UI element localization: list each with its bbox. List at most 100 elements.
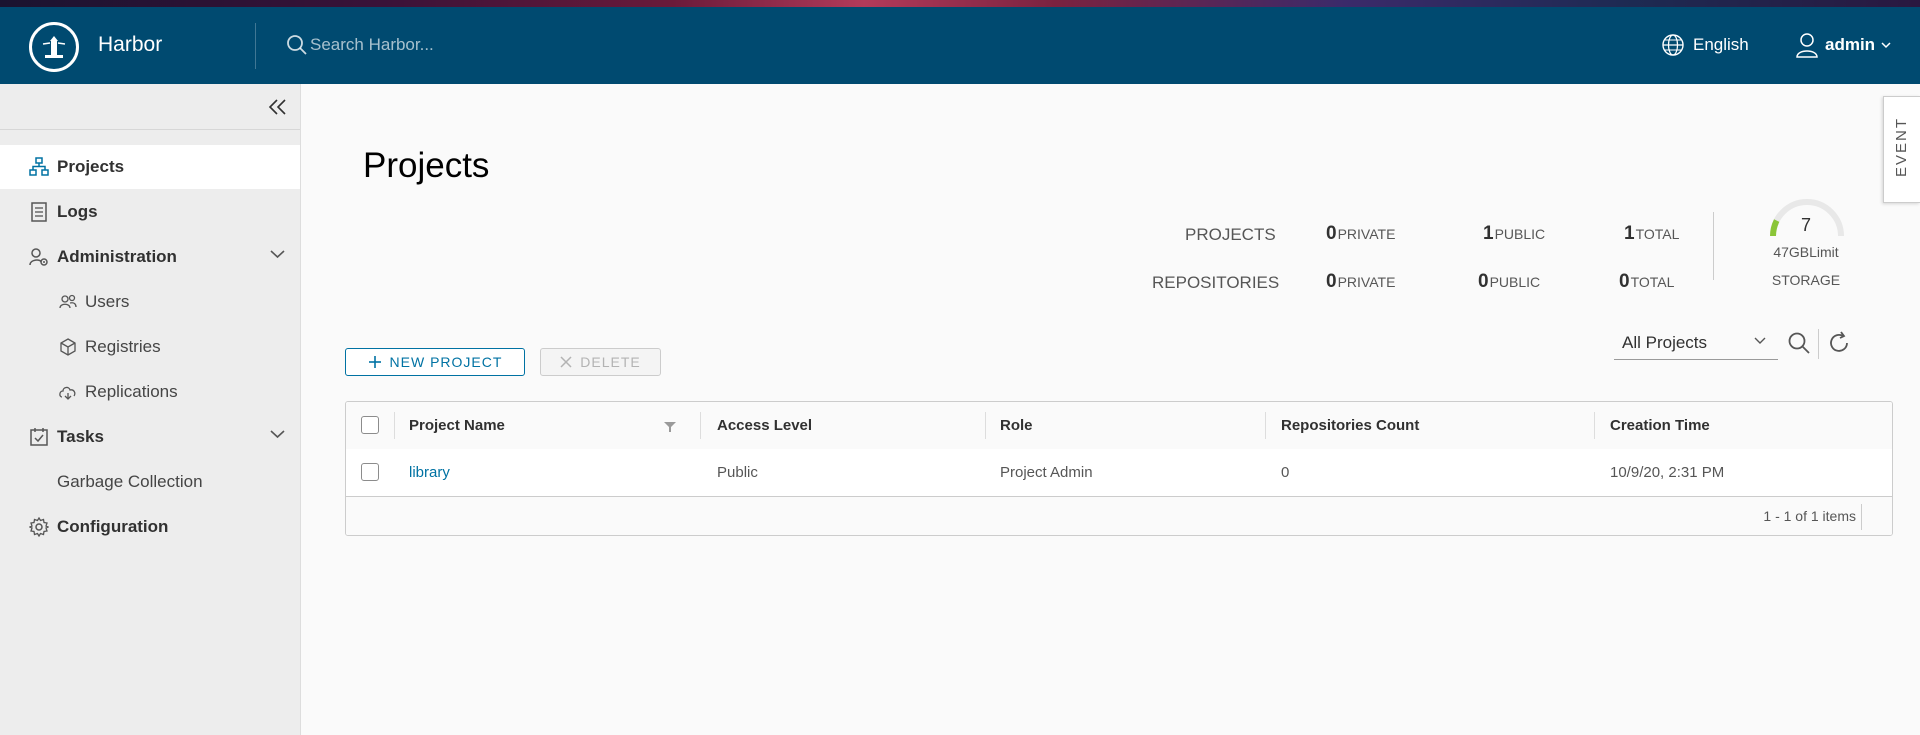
sidebar-item-registries[interactable]: Registries	[0, 325, 300, 369]
event-tab-label: EVENT	[1893, 116, 1910, 177]
main-content: Projects PROJECTS 0PRIVATE 1PUBLIC 1TOTA…	[301, 84, 1920, 735]
column-separator	[985, 412, 986, 439]
refresh-icon[interactable]	[1827, 331, 1851, 355]
table-header: Project Name Access Level Role Repositor…	[346, 402, 1892, 450]
new-project-label: NEW PROJECT	[389, 354, 503, 370]
sidebar-item-garbage-collection[interactable]: Garbage Collection	[0, 460, 300, 504]
stat-value: 1	[1483, 223, 1494, 244]
sidebar-item-logs[interactable]: Logs	[0, 190, 300, 234]
column-separator	[1594, 412, 1595, 439]
sidebar-item-label: Administration	[57, 247, 177, 266]
select-all-checkbox[interactable]	[361, 416, 379, 434]
search-icon	[287, 35, 307, 55]
stat-label: PUBLIC	[1494, 226, 1546, 242]
delete-label: DELETE	[580, 354, 641, 370]
pagination-info: 1 - 1 of 1 items	[1763, 508, 1856, 524]
projects-private-stat: 0PRIVATE	[1326, 223, 1395, 245]
app-name[interactable]: Harbor	[98, 33, 162, 57]
pagination-divider	[1861, 504, 1862, 530]
storage-limit: 47GBLimit	[1773, 244, 1839, 260]
storage-used-value: 7	[1800, 215, 1811, 235]
access-level-cell: Public	[717, 464, 758, 481]
repositories-public-stat: 0PUBLIC	[1478, 271, 1540, 293]
stats-divider	[1713, 212, 1714, 280]
column-separator	[700, 412, 701, 439]
stat-label: PUBLIC	[1489, 274, 1541, 290]
table-row: library Public Project Admin 0 10/9/20, …	[346, 449, 1892, 497]
close-icon	[560, 356, 572, 368]
projects-table: Project Name Access Level Role Repositor…	[345, 401, 1893, 536]
stat-value: 0	[1619, 271, 1630, 292]
app-header: Harbor English admin	[0, 7, 1920, 84]
stat-value: 1	[1624, 223, 1635, 244]
event-panel-tab[interactable]: EVENT	[1883, 96, 1920, 203]
column-header-access-level[interactable]: Access Level	[717, 402, 812, 449]
sidebar-item-label: Tasks	[57, 427, 104, 446]
sidebar-item-label: Projects	[57, 157, 125, 176]
replications-icon	[59, 386, 76, 400]
toolbar-divider	[1818, 329, 1819, 359]
column-separator	[394, 412, 395, 439]
sidebar-item-replications[interactable]: Replications	[0, 370, 300, 414]
chevron-down-icon	[1754, 337, 1766, 344]
plus-icon	[368, 356, 381, 368]
language-selector[interactable]: English	[1661, 32, 1749, 58]
sidebar-item-label: Garbage Collection	[57, 472, 203, 491]
filter-icon[interactable]	[664, 421, 676, 433]
page-title: Projects	[363, 146, 490, 185]
chevron-down-icon[interactable]	[270, 249, 285, 259]
administration-icon	[29, 248, 48, 266]
repositories-stats-label: REPOSITORIES	[1152, 273, 1280, 292]
user-menu[interactable]: admin	[1795, 32, 1891, 58]
stat-value: 0	[1326, 223, 1337, 244]
tasks-icon	[30, 428, 48, 446]
users-icon	[59, 294, 77, 309]
user-icon	[1796, 33, 1818, 58]
creation-time-cell: 10/9/20, 2:31 PM	[1610, 464, 1725, 481]
column-header-role[interactable]: Role	[1000, 402, 1033, 449]
global-search-input[interactable]	[310, 31, 710, 59]
top-banner-strip	[0, 0, 1920, 7]
sidebar: Projects Logs Administration Users Regis…	[0, 84, 301, 735]
stat-value: 0	[1326, 271, 1337, 292]
delete-button[interactable]: DELETE	[540, 348, 661, 376]
projects-public-stat: 1PUBLIC	[1483, 223, 1545, 245]
stat-label: PRIVATE	[1337, 226, 1396, 242]
column-header-repositories-count[interactable]: Repositories Count	[1281, 402, 1419, 449]
language-label: English	[1693, 35, 1749, 54]
sidebar-item-administration[interactable]: Administration	[0, 235, 300, 279]
sidebar-item-configuration[interactable]: Configuration	[0, 505, 300, 549]
projects-total-stat: 1TOTAL	[1624, 223, 1679, 245]
search-icon[interactable]	[1787, 331, 1811, 355]
project-name-link[interactable]: library	[409, 449, 450, 496]
table-footer: 1 - 1 of 1 items	[346, 497, 1892, 535]
sidebar-item-label: Logs	[57, 202, 98, 221]
username: admin	[1825, 35, 1876, 54]
row-checkbox[interactable]	[361, 463, 379, 481]
column-header-creation-time[interactable]: Creation Time	[1610, 402, 1710, 449]
harbor-logo[interactable]	[29, 22, 79, 72]
logs-icon	[31, 202, 47, 222]
sidebar-item-label: Registries	[85, 337, 161, 356]
gear-icon	[29, 517, 49, 537]
sidebar-item-label: Users	[85, 292, 130, 311]
new-project-button[interactable]: NEW PROJECT	[345, 348, 525, 376]
double-chevron-left-icon[interactable]	[268, 98, 288, 116]
registries-icon	[60, 338, 76, 356]
stat-label: PRIVATE	[1337, 274, 1396, 290]
sidebar-item-label: Configuration	[57, 517, 169, 536]
stat-label: TOTAL	[1630, 274, 1675, 290]
stat-value: 0	[1478, 271, 1489, 292]
sidebar-item-tasks[interactable]: Tasks	[0, 415, 300, 459]
repositories-count-cell: 0	[1281, 464, 1290, 481]
sidebar-item-projects[interactable]: Projects	[0, 145, 300, 189]
repositories-private-stat: 0PRIVATE	[1326, 271, 1395, 293]
column-separator	[1265, 412, 1266, 439]
column-header-project-name[interactable]: Project Name	[409, 402, 505, 449]
storage-label: STORAGE	[1771, 272, 1841, 288]
sidebar-item-users[interactable]: Users	[0, 280, 300, 324]
projects-icon	[29, 157, 49, 176]
header-divider	[255, 23, 256, 69]
chevron-down-icon[interactable]	[270, 429, 285, 439]
project-filter-select[interactable]: All Projects	[1614, 327, 1778, 360]
